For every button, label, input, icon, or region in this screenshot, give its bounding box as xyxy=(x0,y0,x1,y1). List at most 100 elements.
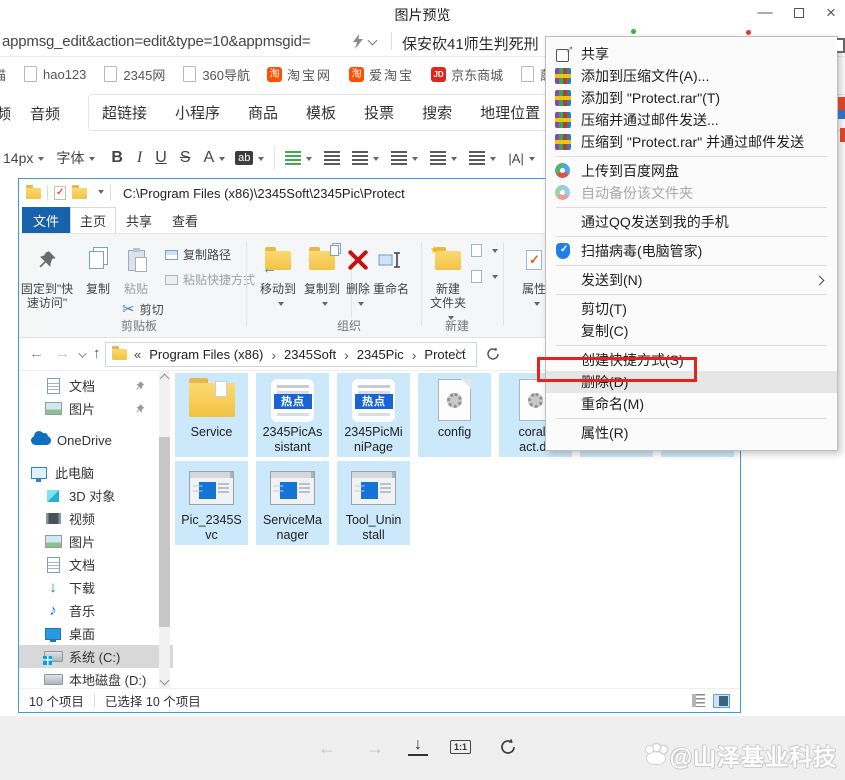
context-menu-item[interactable]: 复制(C) xyxy=(546,320,837,342)
sidebar-item[interactable]: 下载 xyxy=(19,576,173,599)
bookmark-item[interactable]: JD 京东商城 xyxy=(431,65,503,84)
sidebar-item[interactable]: 音乐 xyxy=(19,599,173,622)
context-menu-item[interactable]: 添加到压缩文件(A)... xyxy=(546,65,837,87)
scroll-up-icon[interactable] xyxy=(159,373,170,384)
details-view-icon[interactable] xyxy=(692,694,707,707)
tab-home[interactable]: 主页 xyxy=(70,207,116,233)
new-folder-button[interactable]: ★ 新建 文件夹 xyxy=(425,240,471,324)
sidebar-item[interactable]: 视频 xyxy=(19,507,173,530)
new-item-button[interactable] xyxy=(471,244,498,257)
actual-size-button[interactable]: 1:1 xyxy=(450,740,472,754)
bold-button[interactable]: B xyxy=(111,149,123,167)
file-item[interactable]: 热点 2345PicMi niPage xyxy=(337,373,410,457)
context-menu-item[interactable]: 剪切(T) xyxy=(546,298,837,320)
editor-tab[interactable]: 地理位置 xyxy=(480,102,540,123)
bookmark-item[interactable]: hao123 xyxy=(23,67,86,82)
sidebar-item[interactable]: 桌面 xyxy=(19,622,173,645)
pin-to-quick-access-button[interactable]: 固定到"快 速访问" xyxy=(19,240,75,310)
context-menu-item[interactable]: 压缩并通过邮件发送... xyxy=(546,109,837,131)
editor-tab[interactable]: 搜索 xyxy=(422,102,452,123)
editor-tab[interactable]: 模板 xyxy=(306,102,336,123)
chevron-down-icon[interactable] xyxy=(367,35,378,46)
font-color-button[interactable]: A xyxy=(203,149,226,167)
file-item[interactable]: Tool_Unin stall xyxy=(337,461,410,545)
scrollbar-thumb[interactable] xyxy=(159,437,170,627)
sidebar-item[interactable]: 文档 xyxy=(19,374,173,397)
download-button[interactable]: ↓ xyxy=(408,736,428,756)
context-menu-item[interactable] xyxy=(556,156,827,157)
thumbnail-view-icon[interactable] xyxy=(713,693,730,708)
paste-shortcut-button[interactable]: 粘贴快捷方式 xyxy=(165,271,255,288)
highlight-button[interactable]: ab xyxy=(235,151,265,165)
tab-view[interactable]: 查看 xyxy=(162,207,208,233)
line-height-button[interactable] xyxy=(391,151,419,165)
sidebar-item-this-pc[interactable]: 此电脑 xyxy=(19,461,173,484)
sidebar-scrollbar[interactable] xyxy=(159,371,170,688)
context-menu-item[interactable]: 共享 xyxy=(546,43,837,65)
context-menu-item[interactable] xyxy=(556,294,827,295)
file-item[interactable]: config xyxy=(418,373,491,457)
strikethrough-button[interactable]: S xyxy=(180,149,191,167)
copy-button[interactable]: 复制 xyxy=(77,240,119,296)
recent-locations-chevron[interactable] xyxy=(78,349,87,358)
underline-button[interactable]: U xyxy=(155,149,167,167)
tab-audio[interactable]: 音频 xyxy=(30,103,60,124)
context-menu-item[interactable]: 扫描病毒(电脑管家) xyxy=(546,240,837,262)
file-item[interactable]: Pic_2345S vc xyxy=(175,461,248,545)
new-folder-quick-icon[interactable] xyxy=(72,184,87,199)
sidebar-item[interactable]: 文档 xyxy=(19,553,173,576)
breadcrumb-prefix[interactable]: « xyxy=(134,347,141,362)
context-menu-item[interactable]: 通过QQ发送到我的手机 xyxy=(546,211,837,233)
list-style-button[interactable] xyxy=(285,151,313,165)
copy-path-button[interactable]: 复制路径 xyxy=(165,246,231,263)
file-item[interactable]: Service xyxy=(175,373,248,457)
close-button[interactable]: × xyxy=(818,4,844,24)
file-item[interactable]: ServiceMa nager xyxy=(256,461,329,545)
sidebar-item[interactable]: 3D 对象 xyxy=(19,484,173,507)
breadcrumb-segment[interactable]: 2345Pic xyxy=(357,347,425,363)
bookmark-item[interactable]: 淘 淘宝网 xyxy=(267,65,332,84)
italic-button[interactable]: I xyxy=(137,149,142,167)
rename-button[interactable]: 重命名 xyxy=(363,240,419,296)
outdent-button[interactable] xyxy=(469,151,497,165)
font-family-select[interactable]: 字体 xyxy=(56,148,96,168)
context-menu-item[interactable]: 重命名(M) xyxy=(546,393,837,415)
rotate-icon[interactable] xyxy=(498,737,518,757)
context-menu-item[interactable]: 自动备份该文件夹 xyxy=(546,182,837,204)
context-menu-item[interactable] xyxy=(556,345,827,346)
lightning-icon[interactable] xyxy=(352,34,364,49)
editor-tab[interactable]: 超链接 xyxy=(102,102,147,123)
back-button[interactable]: ← xyxy=(29,345,44,362)
maximize-button[interactable] xyxy=(786,4,812,24)
breadcrumb-segment[interactable]: 2345Soft xyxy=(284,347,357,363)
context-menu-item[interactable] xyxy=(556,207,827,208)
up-button[interactable]: ↑ xyxy=(93,345,101,362)
refresh-icon[interactable] xyxy=(485,346,501,362)
qat-caret-icon[interactable] xyxy=(98,189,104,197)
context-menu-item[interactable] xyxy=(556,418,827,419)
minimize-button[interactable]: — xyxy=(752,4,778,24)
paste-button[interactable]: 粘贴 xyxy=(115,240,157,296)
tab-partial[interactable]: 频 xyxy=(0,103,11,124)
context-menu-item[interactable]: 发送到(N) xyxy=(546,269,837,291)
context-menu-item[interactable] xyxy=(556,236,827,237)
bookmark-item[interactable]: 360导航 xyxy=(182,65,250,84)
cut-button[interactable]: ✂ 剪切 xyxy=(122,300,164,318)
bookmark-item[interactable]: 淘 爱淘宝 xyxy=(349,65,414,84)
context-menu-item[interactable]: 上传到百度网盘 xyxy=(546,160,837,182)
easy-access-button[interactable] xyxy=(471,270,498,283)
bookmark-item[interactable]: 2345网 xyxy=(103,65,165,84)
tab-file[interactable]: 文件 xyxy=(22,207,70,233)
editor-tab[interactable]: 投票 xyxy=(364,102,394,123)
properties-quick-icon[interactable] xyxy=(54,186,66,200)
file-item[interactable]: 热点 2345PicAs sistant xyxy=(256,373,329,457)
sidebar-item[interactable]: 图片 xyxy=(19,397,173,420)
editor-tab[interactable]: 商品 xyxy=(248,102,278,123)
indent-button[interactable] xyxy=(352,151,380,165)
context-menu-item[interactable] xyxy=(556,265,827,266)
char-spacing-button[interactable]: |A| xyxy=(508,151,535,166)
sidebar-item-onedrive[interactable]: OneDrive xyxy=(19,429,173,452)
sidebar-item[interactable]: 图片 xyxy=(19,530,173,553)
editor-tab[interactable]: 小程序 xyxy=(175,102,220,123)
forward-button[interactable]: → xyxy=(55,345,70,362)
